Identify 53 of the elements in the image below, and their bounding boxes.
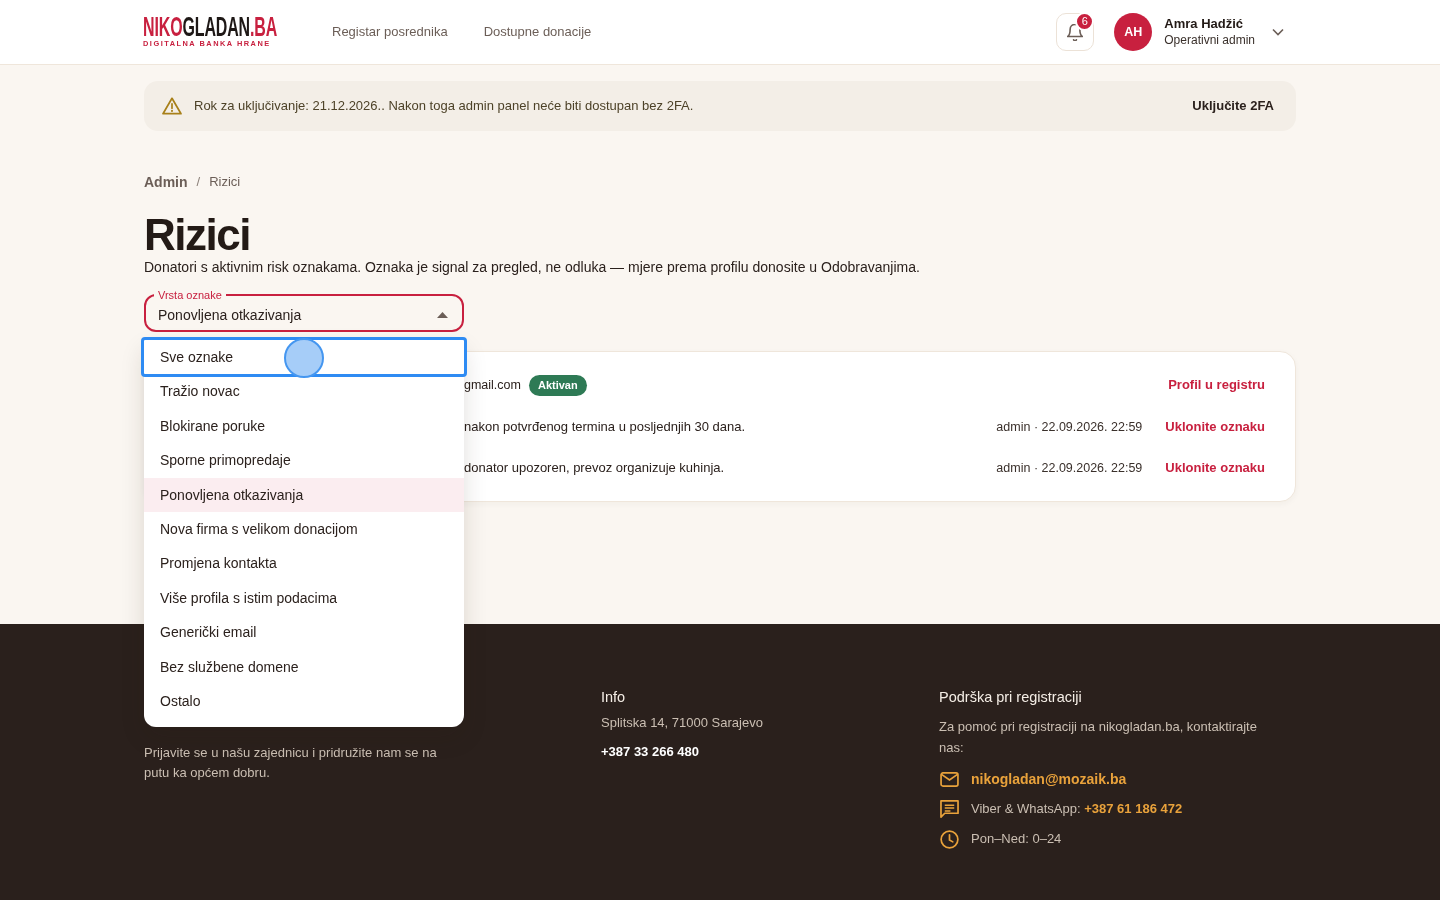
remove-flag-link[interactable]: Uklonite oznaku <box>1165 458 1265 478</box>
status-badge: Aktivan <box>528 374 587 396</box>
breadcrumb-current: Rizici <box>209 173 241 191</box>
dropdown-option[interactable]: Promjena kontakta <box>144 546 464 581</box>
flag-meta: admin · 22.09.2026. 22:59 <box>996 418 1143 436</box>
bell-icon <box>1067 23 1084 41</box>
dropdown-option[interactable]: Bez službene domene <box>144 649 464 684</box>
breadcrumb-separator: / <box>196 173 201 191</box>
flag-meta: admin · 22.09.2026. 22:59 <box>996 459 1143 477</box>
dropdown-option[interactable]: Ostalo <box>144 683 464 719</box>
email-link[interactable]: nikogladan@mozaik.ba <box>971 768 1127 790</box>
flag-note: donator upozoren, prevoz organizuje kuhinja. <box>464 459 725 478</box>
user-name: Amra Hadžić <box>1164 16 1245 32</box>
page-title: Rizici <box>144 213 251 257</box>
flag-note: nakon potvrđenog termina u posljednjih 30 dana. <box>464 418 746 437</box>
field-label: Vrsta oznake <box>157 289 223 301</box>
nav-link[interactable]: Dostupne donacije <box>483 22 592 42</box>
dropdown-option[interactable]: Nova firma s velikom donacijom <box>144 511 464 547</box>
hours-text: Pon–Ned: 0–24 <box>971 830 1062 848</box>
chevron-down-icon[interactable] <box>1272 28 1284 36</box>
footer-address: Splitska 14, 71000 Sarajevo <box>601 714 764 732</box>
footer-heading: Podrška pri registraciji <box>939 688 1083 707</box>
nav-link[interactable]: Registar posrednika <box>332 22 448 42</box>
logo-wordmark[interactable]: NIKOGLADAN.BA <box>143 16 278 38</box>
chat-bubble-icon <box>940 800 959 818</box>
dropdown-option[interactable]: Blokirane poruke <box>144 408 464 444</box>
page-description: Donatori s aktivnim risk oznakama. Oznaka je signal za pregled, ne odluka — mjere prema profilu donosite u Odobravanjima. <box>144 258 921 277</box>
dropdown-option[interactable]: Ponovljena otkazivanja <box>144 477 464 512</box>
warning-icon <box>162 97 182 115</box>
notifications-button[interactable]: 6 <box>1056 13 1095 51</box>
footer-phone: +387 33 266 480 <box>601 743 700 761</box>
dropdown-option[interactable]: Više profila s istim podacima <box>144 580 464 616</box>
clock-icon <box>940 829 959 849</box>
contact-line: Viber & WhatsApp: +387 61 186 472 <box>971 800 1183 818</box>
breadcrumb-link[interactable]: Admin <box>144 172 188 192</box>
tag-type-select[interactable]: Vrsta oznake Ponovljena otkazivanja <box>144 289 464 332</box>
dropdown-option[interactable]: Sporne primopredaje <box>144 443 464 478</box>
footer-support-text: Za pomoć pri registraciji na nikogladan.ba, kontaktirajte nas: <box>939 718 1258 757</box>
notification-badge: 6 <box>1075 12 1095 31</box>
email-text: gmail.com <box>464 376 521 394</box>
caret-up-icon <box>437 312 448 318</box>
remove-flag-link[interactable]: Uklonite oznaku <box>1165 417 1265 437</box>
dropdown-option[interactable]: Generički email <box>144 615 464 650</box>
phone-link[interactable]: +387 61 186 472 <box>1084 801 1183 816</box>
user-role: Operativni admin <box>1164 32 1255 48</box>
profile-link[interactable]: Profil u registru <box>1168 375 1265 395</box>
footer-about-text: Prijavite se u našu zajednicu i pridružite nam se na putu ka općem dobru. <box>144 744 438 782</box>
alert-message: Rok za uključivanje: 21.12.2026.. Nakon toga admin panel neće biti dostupan bez 2FA. <box>194 97 694 116</box>
user-avatar[interactable]: AH <box>1114 13 1153 51</box>
mail-icon <box>940 771 959 787</box>
enable-2fa-button[interactable]: Uključite 2FA <box>1192 96 1274 116</box>
dropdown-option[interactable]: Sve oznake <box>141 337 467 378</box>
footer-heading: Info <box>601 688 627 707</box>
